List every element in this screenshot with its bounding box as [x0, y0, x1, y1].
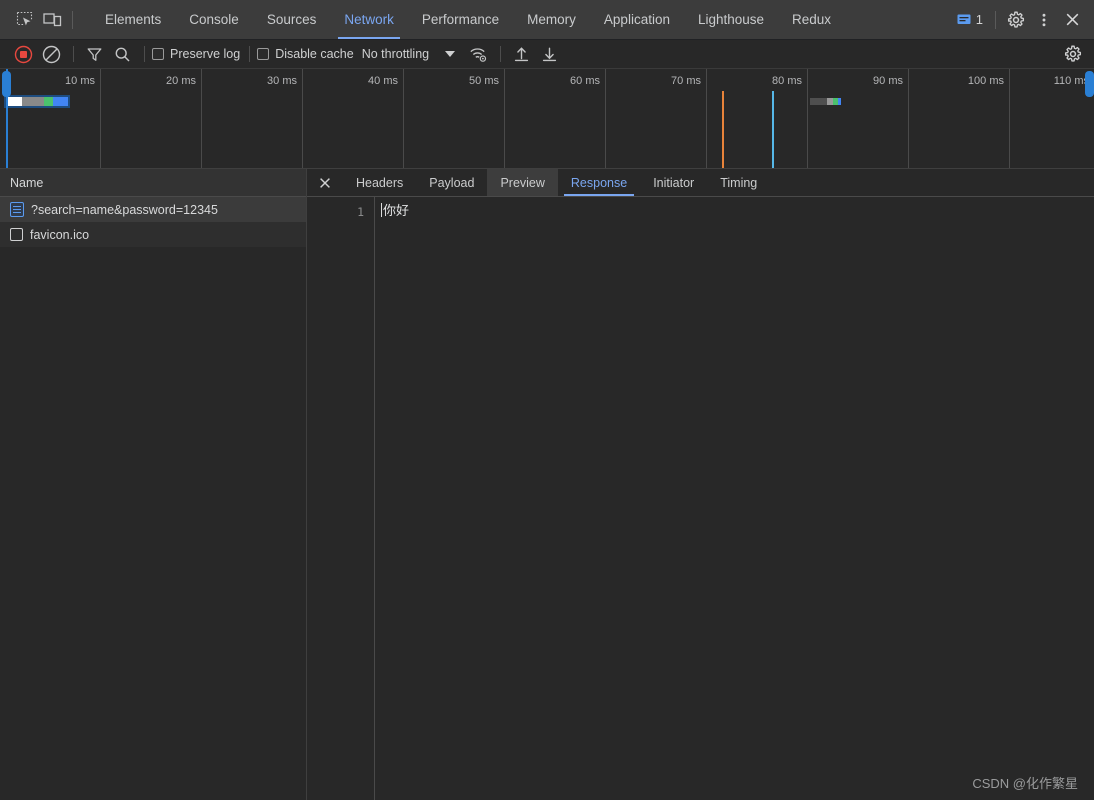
more-options-icon[interactable] — [1030, 6, 1058, 34]
table-row[interactable]: favicon.ico — [0, 222, 306, 247]
request-name: favicon.ico — [30, 227, 90, 242]
line-number: 1 — [357, 205, 364, 219]
message-count: 1 — [975, 12, 983, 27]
console-messages-badge[interactable]: 1 — [951, 12, 989, 27]
devtools-window: Elements Console Sources Network Perform… — [0, 0, 1094, 800]
overview-request-bar-favicon — [810, 98, 841, 105]
timeline-tick-0: 10 ms — [65, 75, 95, 87]
toolbar-divider — [500, 46, 502, 62]
tab-headers[interactable]: Headers — [343, 169, 416, 196]
devtools-main-tabbar: Elements Console Sources Network Perform… — [0, 0, 1094, 40]
preserve-log-label: Preserve log — [170, 47, 241, 61]
tab-lighthouse[interactable]: Lighthouse — [684, 0, 778, 39]
toolbar-divider — [249, 46, 251, 62]
other-file-icon — [10, 228, 23, 241]
timeline-tick-8: 90 ms — [873, 75, 903, 87]
search-icon[interactable] — [109, 42, 135, 66]
disable-cache-checkbox[interactable]: Disable cache — [257, 47, 354, 61]
tabbar-right-controls: 1 — [951, 0, 1094, 39]
overview-request-bar-main — [4, 95, 70, 108]
timeline-gridlines — [0, 69, 1094, 168]
timeline-tick-9: 100 ms — [967, 75, 1004, 87]
response-line-text: 你好 — [383, 204, 410, 219]
timeline-tick-2: 30 ms — [267, 75, 297, 87]
dom-content-loaded-marker — [722, 91, 724, 168]
clear-button[interactable] — [38, 42, 64, 66]
inspect-element-icon[interactable] — [10, 6, 38, 34]
device-toolbar-icon[interactable] — [38, 6, 66, 34]
request-name: ?search=name&password=12345 — [31, 202, 218, 217]
tab-application[interactable]: Application — [590, 0, 684, 39]
timeline-tick-4: 50 ms — [469, 75, 499, 87]
tab-memory[interactable]: Memory — [513, 0, 590, 39]
timeline-tick-7: 80 ms — [772, 75, 802, 87]
tab-redux[interactable]: Redux — [778, 0, 845, 39]
detail-tab-strip: Headers Payload Preview Response Initiat… — [307, 169, 1094, 197]
message-icon — [957, 14, 971, 24]
request-rows: ?search=name&password=12345 favicon.ico — [0, 197, 306, 800]
tab-performance[interactable]: Performance — [408, 0, 513, 39]
preserve-log-checkbox[interactable]: Preserve log — [152, 47, 240, 61]
tab-response[interactable]: Response — [558, 169, 640, 196]
timeline-tick-1: 20 ms — [166, 75, 196, 87]
chevron-down-icon — [445, 51, 456, 57]
segment-download — [53, 97, 68, 106]
filter-icon[interactable] — [81, 42, 107, 66]
overview-selection-left-handle[interactable] — [2, 71, 11, 97]
segment-waiting — [44, 97, 53, 106]
segment-queueing — [6, 97, 22, 106]
network-settings-gear-icon[interactable] — [1060, 42, 1086, 66]
toolbar-divider — [72, 10, 73, 29]
request-list-header: Name — [0, 169, 306, 197]
column-header-name: Name — [10, 175, 44, 190]
main-tab-strip: Elements Console Sources Network Perform… — [85, 0, 951, 39]
timeline-tick-5: 60 ms — [570, 75, 600, 87]
gear-icon[interactable] — [1002, 6, 1030, 34]
network-toolbar-right — [1060, 40, 1088, 68]
network-toolbar: Preserve log Disable cache No throttling — [0, 40, 1094, 69]
close-detail-icon[interactable] — [307, 169, 343, 196]
load-event-marker — [772, 91, 774, 168]
segment-download — [838, 98, 841, 105]
request-list-panel: Name ?search=name&password=12345 favicon… — [0, 169, 307, 800]
throttling-dropdown[interactable]: No throttling — [361, 47, 456, 61]
close-icon[interactable] — [1058, 6, 1086, 34]
request-detail-panel: Headers Payload Preview Response Initiat… — [307, 169, 1094, 800]
checkbox-box — [257, 48, 270, 60]
response-line: 你好 — [381, 203, 1094, 221]
timeline-tick-3: 40 ms — [368, 75, 398, 87]
network-conditions-icon[interactable] — [465, 42, 491, 66]
tab-sources[interactable]: Sources — [253, 0, 331, 39]
network-split-pane: Name ?search=name&password=12345 favicon… — [0, 169, 1094, 800]
timeline-tick-6: 70 ms — [671, 75, 701, 87]
response-code-area[interactable]: 你好 — [375, 197, 1094, 800]
line-number-gutter: 1 — [307, 197, 375, 800]
tab-preview[interactable]: Preview — [487, 169, 558, 196]
export-har-icon[interactable] — [536, 42, 562, 66]
document-icon — [10, 202, 24, 217]
segment-stalled — [22, 97, 44, 106]
tab-payload[interactable]: Payload — [416, 169, 487, 196]
throttling-value: No throttling — [361, 47, 430, 61]
segment-stalled — [810, 98, 827, 105]
tab-timing[interactable]: Timing — [707, 169, 770, 196]
response-body-viewer[interactable]: 1 你好 — [307, 197, 1094, 800]
network-overview-timeline[interactable]: 10 ms 20 ms 30 ms 40 ms 50 ms 60 ms 70 m… — [0, 69, 1094, 169]
tab-network[interactable]: Network — [330, 0, 408, 39]
text-caret — [381, 203, 382, 217]
import-har-icon[interactable] — [508, 42, 534, 66]
tab-elements[interactable]: Elements — [91, 0, 175, 39]
tabbar-divider — [995, 10, 996, 29]
checkbox-box — [152, 48, 164, 60]
record-button[interactable] — [10, 42, 36, 66]
overview-selection-right-handle[interactable] — [1085, 71, 1094, 97]
toolbar-divider — [144, 46, 145, 62]
toolbar-left-icons — [0, 0, 85, 39]
tab-initiator[interactable]: Initiator — [640, 169, 707, 196]
watermark: CSDN @化作繁星 — [972, 776, 1078, 791]
table-row[interactable]: ?search=name&password=12345 — [0, 197, 306, 222]
disable-cache-label: Disable cache — [275, 47, 354, 61]
toolbar-divider — [73, 46, 74, 62]
tab-console[interactable]: Console — [175, 0, 253, 39]
